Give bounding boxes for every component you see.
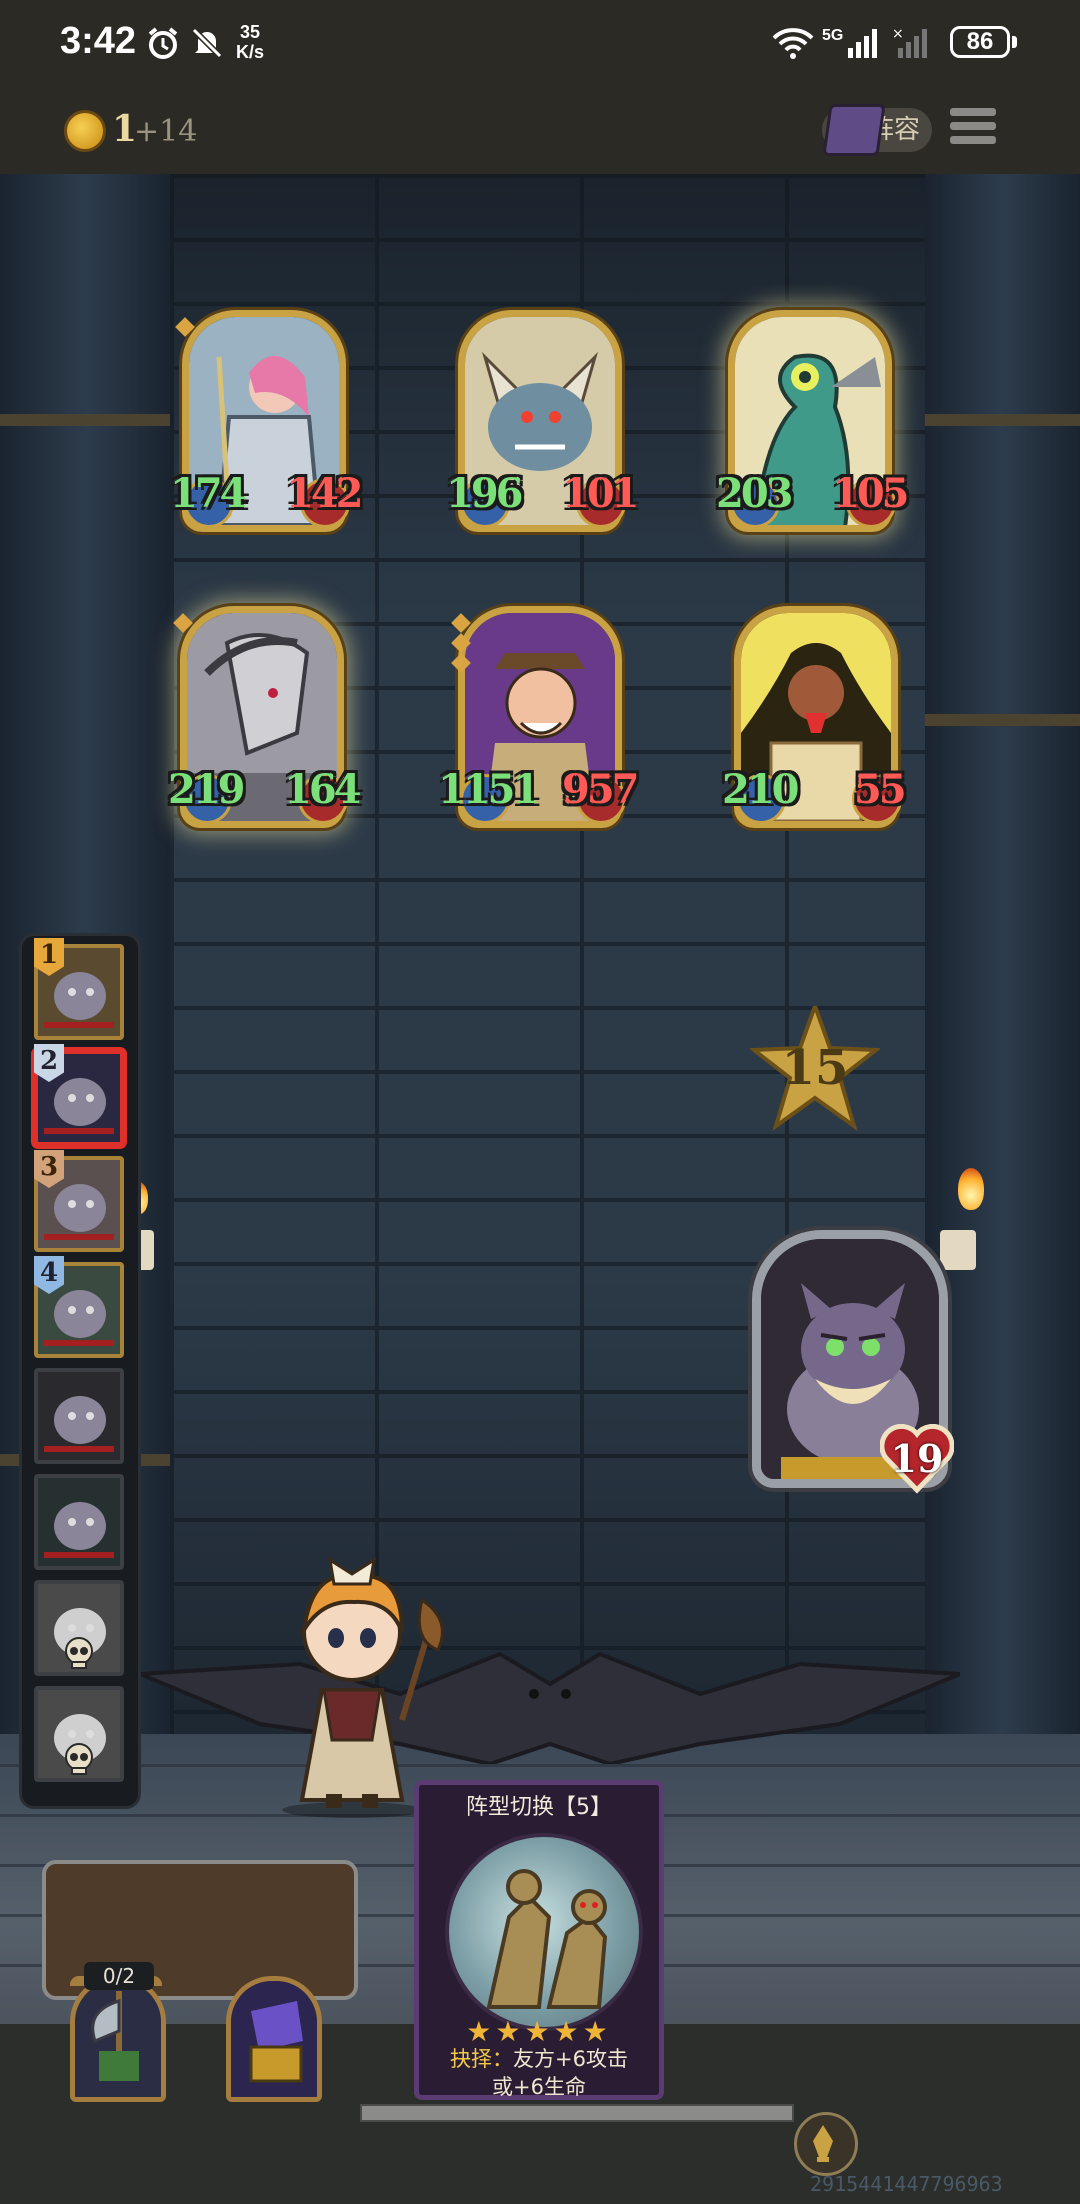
lineup-book-icon: [822, 104, 886, 156]
net-speed-value: 35: [239, 22, 261, 42]
seed-text: 2915441447796963: [810, 2172, 1003, 2196]
unit-health-bar: [44, 1552, 114, 1558]
svg-text:×: ×: [892, 26, 904, 42]
maid-character[interactable]: [262, 1540, 452, 1820]
gold-coin-icon: [64, 110, 106, 152]
enemy-health-value: 142: [286, 470, 363, 517]
menu-button[interactable]: [950, 108, 996, 152]
network-type: 5G: [822, 27, 844, 44]
chest-item-slot[interactable]: [226, 1976, 322, 2102]
wifi-icon: [772, 28, 814, 59]
battery-icon: 86: [950, 26, 1010, 58]
skull-icon: [65, 1637, 93, 1669]
signal-icon: [848, 29, 877, 58]
turn-order-slot[interactable]: [34, 1474, 124, 1570]
enemy-health-value: 55: [854, 766, 907, 813]
turn-order-slot[interactable]: [34, 1580, 124, 1676]
turn-order-slot[interactable]: [34, 1686, 124, 1782]
alarm-icon: [148, 27, 178, 59]
skill-star-rating: ★★★★★: [466, 2015, 612, 2048]
game-top-bar: 1 +14 阵容: [0, 92, 1080, 174]
status-bar: 3:42 35 K/s 5G × 86: [0, 0, 1080, 92]
axe-item-icon: [75, 1981, 161, 2097]
turn-order-slot[interactable]: [34, 1368, 124, 1464]
unit-health-bar: [44, 1446, 114, 1452]
skill-desc-line2: 或+6生命: [492, 2075, 586, 2099]
net-speed-unit: K/s: [236, 42, 265, 62]
bottom-rail: [360, 2104, 794, 2122]
clock: 3:42: [60, 20, 137, 62]
skull-icon: [65, 1743, 93, 1775]
item-count: 0/2: [84, 1962, 154, 1990]
battery-tip: [1012, 36, 1017, 48]
mute-icon: [191, 27, 223, 59]
enemy-attack-value: 219: [168, 766, 245, 813]
gold-income: +14: [134, 114, 198, 149]
chest-item-icon: [231, 1981, 317, 2097]
lamp-button[interactable]: [794, 2112, 858, 2176]
unit-health-bar: [44, 1022, 114, 1028]
signal-icon-secondary: ×: [892, 26, 927, 58]
turn-counter-value: 15: [781, 1040, 849, 1096]
skill-desc-prefix: 抉择：: [450, 2047, 514, 2071]
enemy-health-value: 105: [832, 470, 909, 517]
unit-health-bar: [44, 1234, 114, 1240]
skill-card[interactable]: 阵型切换【5】 ★★★★★ 抉择：友方+6攻击 或+6生命: [414, 1780, 664, 2100]
net-speed: 35 K/s: [236, 22, 264, 62]
skill-card-description: 抉择：友方+6攻击 或+6生命: [427, 2045, 651, 2101]
skill-desc-line1: 友方+6攻击: [513, 2047, 628, 2071]
enemy-attack-value: 196: [446, 470, 523, 517]
enemy-health-value: 101: [562, 470, 639, 517]
skill-card-art: [445, 1833, 643, 2031]
enemy-attack-value: 174: [170, 470, 247, 517]
axe-item-slot[interactable]: [70, 1976, 166, 2102]
enemy-attack-value: 210: [722, 766, 799, 813]
enemy-attack-value: 1151: [438, 766, 540, 813]
right-candle: [940, 1230, 976, 1270]
lamp-icon: [813, 2125, 833, 2162]
hero-health-value: 19: [890, 1436, 944, 1481]
skill-card-title: 阵型切换【5】: [466, 1795, 612, 1820]
enemy-attack-value: 203: [716, 470, 793, 517]
right-flame-icon: [958, 1168, 984, 1210]
enemy-health-value: 164: [284, 766, 361, 813]
unit-health-bar: [44, 1128, 114, 1134]
enemy-health-value: 957: [562, 766, 639, 813]
unit-health-bar: [44, 1340, 114, 1346]
